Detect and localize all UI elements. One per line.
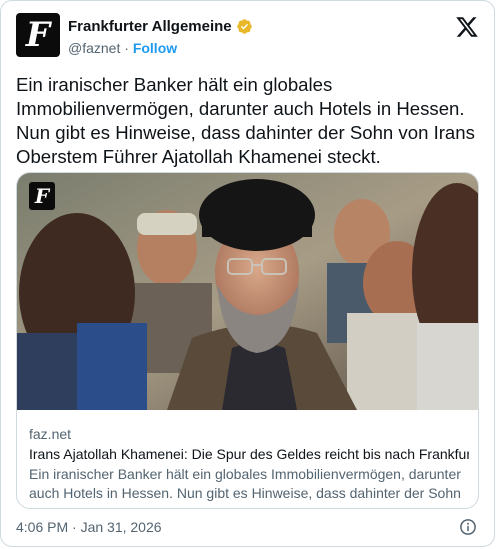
link-description: Ein iranischer Banker hält ein globales … [29,466,461,501]
info-icon[interactable] [459,518,477,536]
tweet-header: F Frankfurter Allgemeine @faznet · Follo… [16,13,479,61]
x-logo-icon[interactable] [455,15,479,39]
tweet-text: Ein iranischer Banker hält ein globales … [16,74,475,167]
link-title[interactable]: Irans Ajatollah Khamenei: Die Spur des G… [29,446,469,462]
tweet-timestamp[interactable]: 4:06 PM · Jan 31, 2026 [16,519,162,535]
article-photo[interactable] [17,173,478,410]
separator: · [124,40,129,56]
tweet-card[interactable]: F Frankfurter Allgemeine @faznet · Follo… [0,0,495,547]
account-handle[interactable]: @faznet [68,40,120,56]
follow-button[interactable]: Follow [133,40,177,56]
verified-badge-icon [236,19,252,34]
link-card[interactable]: F faz.net Irans Ajatollah Khamenei: Die … [16,172,479,509]
handle-row: @faznet · Follow [68,40,177,56]
account-name-row: Frankfurter Allgemeine [68,18,253,35]
publisher-logo-overlay: F [29,182,55,210]
avatar[interactable]: F [16,13,60,57]
link-domain: faz.net [29,426,72,442]
link-info[interactable]: faz.net Irans Ajatollah Khamenei: Die Sp… [17,410,478,508]
avatar-glyph: F [25,15,51,55]
publisher-logo-glyph: F [34,184,50,208]
account-name[interactable]: Frankfurter Allgemeine [68,18,232,35]
